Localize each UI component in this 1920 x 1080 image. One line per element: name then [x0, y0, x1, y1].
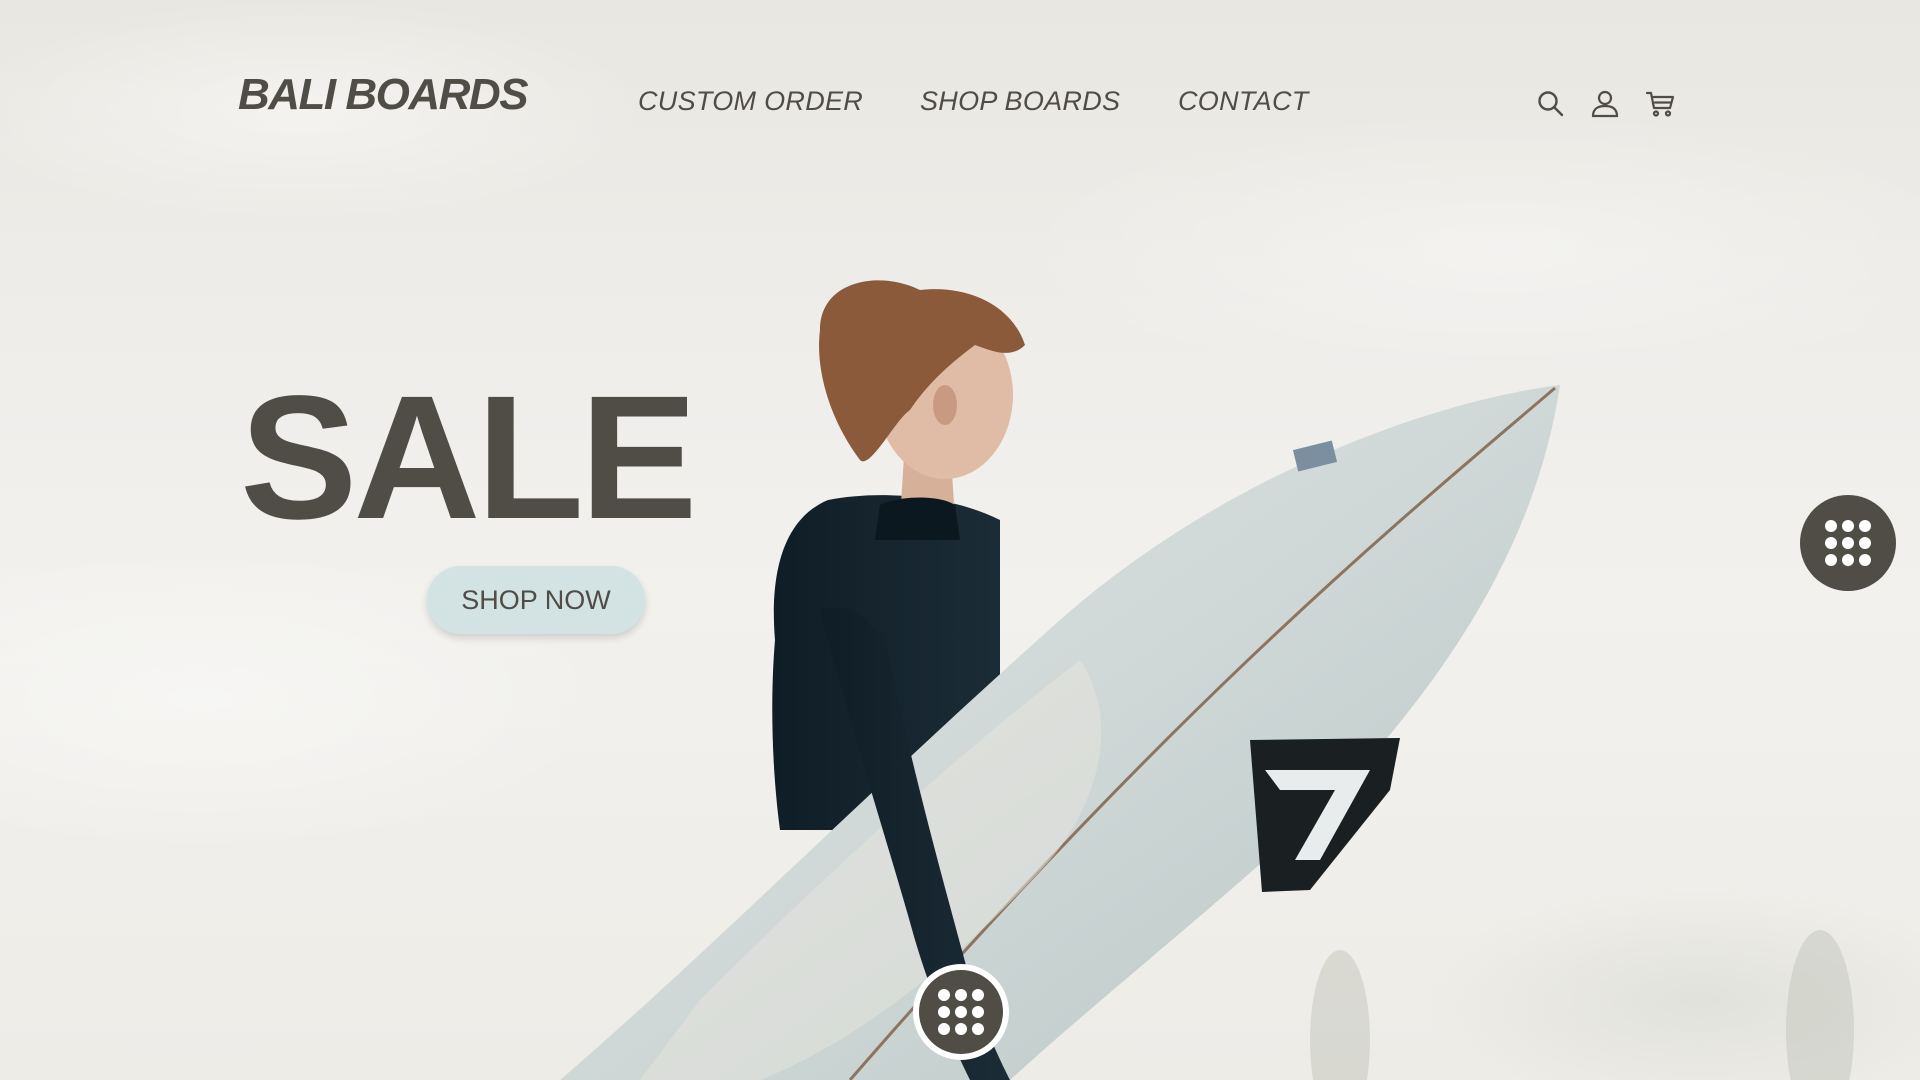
brand-logo[interactable]: BALI BOARDS [238, 70, 529, 120]
hero-headline: SALE [240, 360, 697, 556]
dots-grid-icon [938, 989, 984, 1035]
apps-widget-button-bottom[interactable] [913, 964, 1009, 1060]
apps-widget-button[interactable] [1800, 495, 1896, 591]
dots-grid-icon [1825, 520, 1871, 566]
nav-link-custom-order[interactable]: CUSTOM ORDER [638, 86, 863, 117]
nav-link-contact[interactable]: CONTACT [1178, 86, 1309, 117]
search-icon[interactable] [1535, 88, 1567, 120]
user-icon[interactable] [1589, 88, 1621, 120]
shop-now-button[interactable]: SHOP NOW [427, 566, 645, 634]
nav-link-shop-boards[interactable]: SHOP BOARDS [920, 86, 1120, 117]
cart-icon[interactable] [1645, 88, 1677, 120]
